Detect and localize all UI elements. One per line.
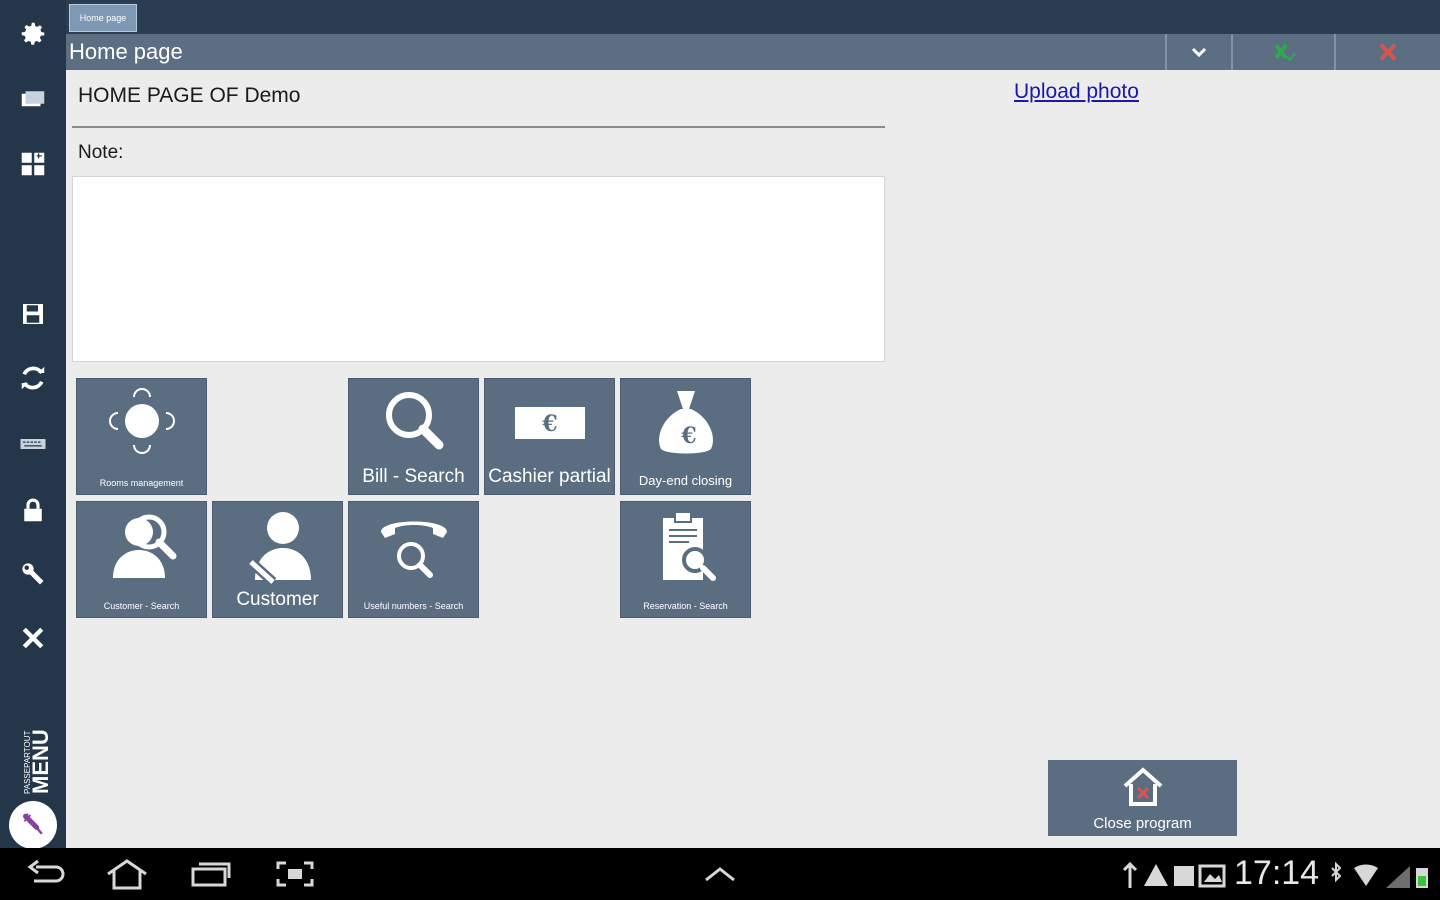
- tile-label: Rooms management: [99, 478, 184, 488]
- money-bag-icon: €: [659, 391, 713, 454]
- close-program-button[interactable]: Close program: [1048, 760, 1237, 836]
- tile-label: Reservation - Search: [643, 601, 728, 611]
- brand-wordmark: PASSEPARTOUT MENU: [23, 729, 50, 794]
- house-close-icon: [1123, 767, 1163, 806]
- messages-icon[interactable]: [13, 80, 53, 120]
- tile-label: Customer: [236, 589, 319, 610]
- upload-photo-link[interactable]: Upload photo: [1014, 80, 1139, 104]
- close-x-icon[interactable]: [13, 618, 53, 658]
- tile-reservation-search[interactable]: Reservation - Search: [620, 501, 751, 618]
- screenshot-icon[interactable]: [272, 856, 318, 892]
- cash-register-icon: €: [515, 407, 585, 439]
- cancel-button[interactable]: [1334, 34, 1440, 70]
- note-textarea[interactable]: [72, 176, 885, 362]
- back-icon[interactable]: [24, 856, 68, 892]
- save-icon[interactable]: [13, 294, 53, 334]
- status-clock: 17:14: [1234, 854, 1320, 892]
- sidebar: PASSEPARTOUT MENU: [0, 0, 66, 849]
- main-content: HOME PAGE OF Demo Note: Upload photo Roo…: [66, 70, 1440, 848]
- divider: [72, 126, 885, 128]
- keyboard-icon[interactable]: [13, 424, 53, 464]
- red-x-icon: [1379, 43, 1397, 61]
- svg-text:€: €: [541, 411, 557, 437]
- tile-rooms-management[interactable]: Rooms management: [76, 378, 207, 495]
- rooms-icon: [109, 388, 175, 454]
- tile-cashier-partial[interactable]: € Cashier partial: [484, 378, 615, 495]
- home-icon[interactable]: [102, 856, 152, 892]
- confirm-button[interactable]: [1231, 34, 1334, 70]
- svg-text:€: €: [680, 423, 696, 449]
- tab-home-page[interactable]: Home page: [69, 4, 137, 32]
- tile-useful-numbers-search[interactable]: Useful numbers - Search: [348, 501, 479, 618]
- tile-bill-search[interactable]: Bill - Search: [348, 378, 479, 495]
- dropdown-button[interactable]: [1165, 34, 1231, 70]
- tab-strip: Home page: [66, 0, 1440, 34]
- reservation-search-icon: [663, 511, 716, 581]
- brand-logo: PASSEPARTOUT MENU: [6, 700, 60, 849]
- green-check-x-icon: [1273, 43, 1296, 62]
- page-heading: HOME PAGE OF Demo: [78, 84, 301, 107]
- close-program-label: Close program: [1093, 815, 1192, 832]
- tile-label: Customer - Search: [103, 601, 180, 611]
- brand-brush-icon: [9, 801, 57, 849]
- window-title: Home page: [69, 39, 183, 64]
- phone-search-icon: [381, 521, 447, 578]
- tile-label: Cashier partial: [488, 466, 611, 487]
- status-notification-icons: [1122, 862, 1226, 888]
- recent-apps-icon[interactable]: [186, 856, 236, 892]
- customer-search-icon: [113, 514, 177, 578]
- chevron-down-icon: [1191, 47, 1207, 58]
- dashboard-tiles-icon[interactable]: [13, 144, 53, 184]
- brand-big-text: MENU: [28, 729, 50, 794]
- title-bar: Home page: [66, 34, 1440, 70]
- note-label: Note:: [78, 142, 124, 163]
- lock-icon[interactable]: [13, 490, 53, 530]
- tile-label: Useful numbers - Search: [363, 601, 464, 611]
- settings-gear-icon[interactable]: [13, 14, 53, 54]
- chevron-up-icon[interactable]: [698, 856, 742, 892]
- status-system-icons: [1331, 862, 1428, 888]
- tile-day-end-closing[interactable]: € Day-end closing: [620, 378, 751, 495]
- tile-customer-search[interactable]: Customer - Search: [76, 501, 207, 618]
- tile-label: Day-end closing: [638, 473, 733, 488]
- refresh-icon[interactable]: [13, 358, 53, 398]
- wrench-icon[interactable]: [13, 554, 53, 594]
- tile-label: Bill - Search: [362, 466, 465, 487]
- search-icon: [386, 392, 444, 450]
- customer-edit-icon: [247, 512, 311, 586]
- tile-customer[interactable]: Customer: [212, 501, 343, 618]
